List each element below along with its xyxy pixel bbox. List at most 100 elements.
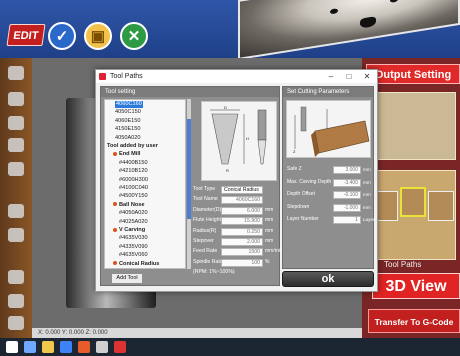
cutting-unit: Layer [363,217,375,223]
windows-icon[interactable] [6,341,18,353]
conical-tool-illustration: D H R [210,105,267,173]
measure-tool-icon[interactable] [8,270,24,284]
tool-setting-panel: Tool setting 4060C160 4050C150 4060E150 415… [100,86,283,286]
cutting-label: Stepdown [287,203,310,210]
tool-paths-tab[interactable]: Tool Paths [384,260,421,269]
pen-tool-icon[interactable] [8,92,24,106]
tree-item[interactable]: #4100C040 [119,185,148,192]
folder-icon[interactable] [42,341,54,353]
select-tool-icon[interactable] [8,66,24,80]
cutting-label: Layer Number [287,216,319,223]
tree-item[interactable]: #4050A020 [119,210,148,217]
app-icon[interactable] [78,341,90,353]
view-3d-button[interactable]: 3D View [372,273,460,299]
maximize-icon[interactable]: □ [340,70,358,83]
tree-item[interactable]: #4500Y150 [119,193,148,200]
field-label: Feed Rate [193,248,218,255]
field-input[interactable]: 2.000 [221,238,263,246]
rpm-note: (RPM: 1%~100%) [193,269,235,275]
cutting-input[interactable]: -3.400 [333,178,361,187]
transfer-gcode-button[interactable]: Transfer To G-Code [368,309,460,333]
field-unit: mm [265,217,274,224]
settings-tool-icon[interactable] [8,316,24,330]
check-icon: ✓ [55,28,69,45]
tree-item[interactable]: #6000H300 [119,177,148,184]
tree-item[interactable]: #4025A020 [119,219,148,226]
tree-item[interactable]: 4050C150 [115,109,141,116]
tree-bullet-icon [113,202,117,207]
tree-item[interactable]: #4635V060 [119,252,148,259]
svg-text:R: R [226,168,229,173]
cutting-input[interactable]: 3.000 [333,166,361,174]
field-label: Spindle Rate [193,258,223,265]
toolpath-thumb[interactable] [400,187,426,217]
tree-group[interactable]: V Carving [113,227,145,234]
field-label: Radius(R) [193,227,217,234]
output-setting-button[interactable]: Output Setting [366,64,460,84]
cutting-input[interactable]: -0.100 [333,191,361,200]
tree-scrollbar[interactable] [187,99,191,269]
tool-type-select[interactable]: Conical Radius [221,186,263,194]
tree-item[interactable]: #4210B120 [119,168,148,175]
tree-item[interactable]: 4060E150 [115,118,141,125]
pencil-tool-icon[interactable] [8,138,24,152]
wolf-eye [390,0,398,3]
field-input[interactable]: 15.900 [221,217,263,226]
edit-app-icon[interactable] [114,341,126,353]
field-label: Stepover [193,238,214,244]
scroll-thumb[interactable] [187,119,191,219]
field-unit: mm [265,238,274,244]
cancel-button[interactable]: ✕ [120,22,148,50]
file-icon[interactable] [96,341,108,353]
cutting-input[interactable]: 1 [333,216,361,225]
wolf-nose [360,16,376,29]
minimize-icon[interactable]: – [322,70,340,83]
shape-tool-icon[interactable] [8,162,24,176]
toolpath-thumb[interactable] [428,191,454,221]
add-tool-button[interactable]: Add Tool [111,273,143,284]
field-unit: mm [265,206,274,213]
tree-item[interactable]: #4400B150 [119,160,148,167]
dialog-title: Tool Paths [110,73,143,80]
layer-tool-icon[interactable] [8,228,24,242]
tree-item[interactable]: #4635V030 [119,235,148,242]
browser-icon[interactable] [60,341,72,353]
relief-card[interactable] [368,92,456,160]
save-button[interactable]: ▣ [84,22,112,50]
tree-item[interactable]: 4060C160 [115,101,143,108]
cutting-input[interactable]: -1.000 [333,203,361,212]
tree-group[interactable]: Ball Nose [113,202,145,209]
cutting-diagram: Z [286,100,371,158]
field-input[interactable]: 4060C160 [221,196,263,205]
tool-diagram: D H R [201,101,277,181]
field-unit: % [265,258,270,265]
ok-button[interactable]: ok [282,271,374,287]
tree-group[interactable]: End Mill [113,151,140,158]
brush-tool-icon[interactable] [8,116,24,130]
zoom-tool-icon[interactable] [8,204,24,218]
tree-item[interactable]: 4150E150 [115,126,141,133]
tool-paths-dialog: Tool Paths – □ ✕ Tool setting 4060C160 40… [95,69,378,292]
tree-item[interactable]: #4335V090 [119,244,148,251]
tree-group[interactable]: Tool added by user [107,143,158,150]
wolf-image [238,0,460,60]
cutting-unit: mm [363,167,371,172]
svg-text:H: H [246,136,249,141]
cutting-label: Max. Carving Depth [287,178,332,185]
move-tool-icon[interactable] [8,294,24,308]
field-input[interactable]: 0.250 [221,227,263,236]
taskbar [0,338,460,356]
cutting-illustration: Z [293,106,370,157]
close-icon[interactable]: ✕ [358,70,376,83]
tree-group[interactable]: Conical Radius [113,261,159,268]
search-icon[interactable] [24,341,36,353]
field-input[interactable]: 6.000 [221,206,263,215]
left-toolbar [0,58,32,338]
field-input[interactable]: 1500 [221,248,263,257]
tree-item[interactable]: 4050A020 [115,135,141,142]
field-unit: mm [265,227,274,234]
tool-setting-header: Tool setting [101,87,279,97]
close-icon: ✕ [127,28,141,45]
field-input[interactable]: 100 [221,258,263,267]
confirm-button[interactable]: ✓ [48,22,76,50]
